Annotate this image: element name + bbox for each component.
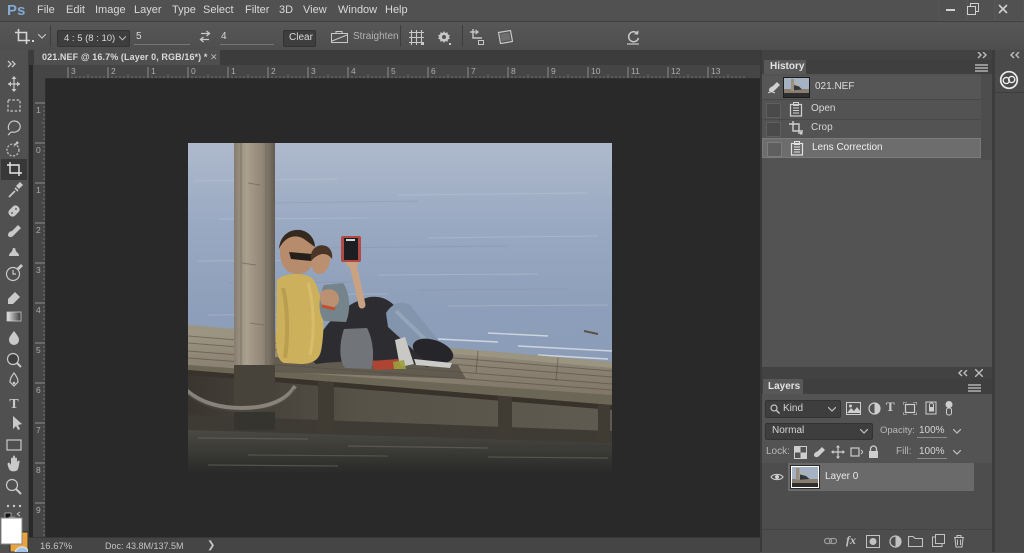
svg-text:8: 8 <box>36 465 41 475</box>
svg-text:1: 1 <box>231 66 236 76</box>
svg-text:3: 3 <box>71 66 76 76</box>
svg-text:1: 1 <box>151 66 156 76</box>
svg-text:12: 12 <box>671 66 681 76</box>
svg-text:4: 4 <box>351 66 356 76</box>
svg-text:1: 1 <box>36 185 41 195</box>
svg-text:8: 8 <box>511 66 516 76</box>
svg-text:7: 7 <box>36 425 41 435</box>
svg-text:4: 4 <box>36 305 41 315</box>
svg-text:5: 5 <box>391 66 396 76</box>
svg-text:2: 2 <box>36 225 41 235</box>
svg-text:13: 13 <box>711 66 721 76</box>
svg-text:9: 9 <box>36 505 41 515</box>
svg-text:2: 2 <box>271 66 276 76</box>
svg-text:6: 6 <box>431 66 436 76</box>
svg-text:2: 2 <box>111 66 116 76</box>
svg-text:3: 3 <box>36 265 41 275</box>
svg-text:5: 5 <box>36 345 41 355</box>
svg-text:10: 10 <box>591 66 601 76</box>
svg-text:3: 3 <box>311 66 316 76</box>
svg-text:1: 1 <box>36 105 41 115</box>
svg-text:T: T <box>9 397 19 412</box>
svg-text:7: 7 <box>471 66 476 76</box>
svg-text:11: 11 <box>631 66 640 76</box>
svg-text:6: 6 <box>36 385 41 395</box>
svg-text:9: 9 <box>551 66 556 76</box>
svg-text:0: 0 <box>36 145 41 155</box>
svg-text:0: 0 <box>191 66 196 76</box>
